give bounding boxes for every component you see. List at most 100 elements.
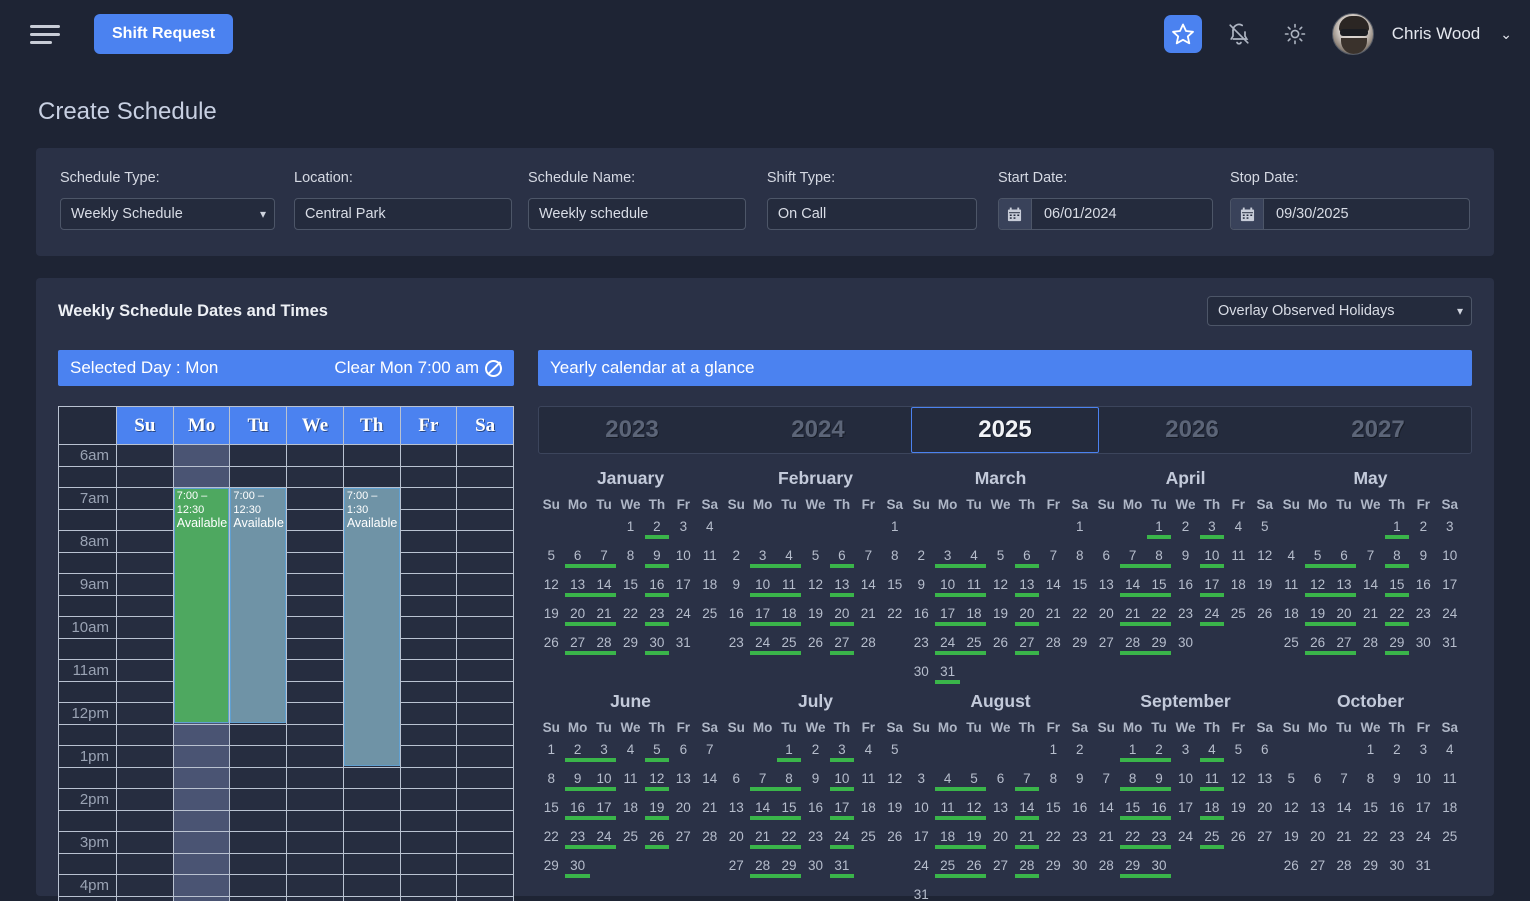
calendar-day[interactable]: 30 [564, 856, 590, 885]
calendar-day[interactable]: 3 [908, 769, 934, 798]
calendar-day[interactable]: 28 [1040, 633, 1066, 662]
calendar-day[interactable]: 5 [987, 546, 1013, 575]
calendar-day[interactable]: 11 [617, 769, 643, 798]
grid-cell[interactable] [400, 509, 457, 531]
grid-cell[interactable] [117, 875, 174, 897]
grid-cell[interactable] [457, 896, 514, 901]
calendar-day[interactable]: 20 [670, 798, 696, 827]
calendar-day[interactable]: 22 [1067, 604, 1093, 633]
calendar-day[interactable]: 15 [538, 798, 564, 827]
grid-cell[interactable] [343, 445, 400, 467]
calendar-icon[interactable] [1231, 199, 1264, 229]
calendar-day[interactable]: 14 [1357, 575, 1383, 604]
calendar-day[interactable]: 15 [1384, 575, 1410, 604]
calendar-day[interactable]: 11 [1225, 546, 1251, 575]
grid-cell[interactable] [230, 810, 287, 832]
year-tab-2027[interactable]: 2027 [1285, 407, 1471, 453]
calendar-day[interactable]: 20 [1304, 827, 1330, 856]
calendar-day[interactable]: 13 [564, 575, 590, 604]
calendar-day[interactable]: 2 [1384, 740, 1410, 769]
calendar-day[interactable]: 15 [617, 575, 643, 604]
avatar[interactable] [1332, 13, 1374, 55]
grid-cell[interactable] [400, 832, 457, 854]
calendar-day[interactable]: 21 [1357, 604, 1383, 633]
calendar-day[interactable]: 9 [564, 769, 590, 798]
calendar-day[interactable]: 17 [670, 575, 696, 604]
calendar-day[interactable]: 29 [1067, 633, 1093, 662]
calendar-day[interactable]: 22 [1146, 604, 1172, 633]
calendar-day[interactable]: 28 [1014, 856, 1040, 885]
calendar-day[interactable]: 13 [987, 798, 1013, 827]
calendar-day[interactable]: 21 [1119, 604, 1145, 633]
calendar-day[interactable]: 22 [1384, 604, 1410, 633]
grid-cell[interactable] [173, 810, 230, 832]
grid-cell[interactable] [287, 789, 344, 811]
calendar-day[interactable]: 25 [1437, 827, 1463, 856]
calendar-day[interactable]: 11 [697, 546, 723, 575]
calendar-day[interactable]: 5 [1304, 546, 1330, 575]
calendar-day[interactable]: 2 [802, 740, 828, 769]
grid-cell[interactable] [173, 789, 230, 811]
calendar-day[interactable]: 20 [723, 827, 749, 856]
calendar-day[interactable]: 14 [1014, 798, 1040, 827]
calendar-day[interactable]: 28 [1357, 633, 1383, 662]
calendar-day[interactable]: 21 [749, 827, 775, 856]
grid-cell[interactable] [457, 853, 514, 875]
grid-cell[interactable] [173, 832, 230, 854]
calendar-day[interactable]: 14 [697, 769, 723, 798]
grid-cell[interactable] [457, 746, 514, 768]
calendar-day[interactable]: 18 [776, 604, 802, 633]
calendar-day[interactable]: 20 [1014, 604, 1040, 633]
grid-cell[interactable] [400, 810, 457, 832]
calendar-day[interactable]: 29 [1040, 856, 1066, 885]
calendar-day[interactable]: 16 [1146, 798, 1172, 827]
grid-cell[interactable] [230, 767, 287, 789]
grid-cell[interactable] [400, 531, 457, 553]
calendar-day[interactable]: 4 [855, 740, 881, 769]
calendar-day[interactable]: 23 [1067, 827, 1093, 856]
day-header-mo[interactable]: Mo [173, 407, 230, 445]
calendar-day[interactable]: 19 [882, 798, 908, 827]
calendar-day[interactable]: 11 [934, 798, 960, 827]
grid-cell[interactable] [400, 875, 457, 897]
calendar-day[interactable]: 26 [644, 827, 670, 856]
calendar-day[interactable]: 7 [1119, 546, 1145, 575]
grid-cell[interactable] [117, 617, 174, 639]
calendar-day[interactable]: 22 [1357, 827, 1383, 856]
calendar-day[interactable]: 26 [1278, 856, 1304, 885]
calendar-day[interactable]: 5 [882, 740, 908, 769]
calendar-day[interactable]: 25 [617, 827, 643, 856]
calendar-day[interactable]: 15 [882, 575, 908, 604]
calendar-day[interactable]: 3 [670, 517, 696, 546]
calendar-day[interactable]: 16 [908, 604, 934, 633]
calendar-day[interactable]: 17 [1172, 798, 1198, 827]
calendar-day[interactable]: 15 [1067, 575, 1093, 604]
calendar-day[interactable]: 9 [1384, 769, 1410, 798]
calendar-day[interactable]: 20 [1331, 604, 1357, 633]
calendar-day[interactable]: 7 [591, 546, 617, 575]
grid-cell[interactable] [117, 789, 174, 811]
grid-cell[interactable] [400, 896, 457, 901]
calendar-day[interactable]: 18 [697, 575, 723, 604]
calendar-day[interactable]: 26 [802, 633, 828, 662]
calendar-day[interactable]: 30 [802, 856, 828, 885]
calendar-day[interactable]: 14 [855, 575, 881, 604]
calendar-day[interactable]: 27 [1331, 633, 1357, 662]
grid-cell[interactable] [173, 445, 230, 467]
calendar-day[interactable]: 9 [908, 575, 934, 604]
calendar-day[interactable]: 10 [934, 575, 960, 604]
grid-cell[interactable] [230, 875, 287, 897]
calendar-day[interactable]: 5 [644, 740, 670, 769]
calendar-day[interactable]: 2 [564, 740, 590, 769]
calendar-day[interactable]: 6 [564, 546, 590, 575]
grid-cell[interactable] [457, 703, 514, 725]
calendar-day[interactable]: 23 [802, 827, 828, 856]
day-header-we[interactable]: We [287, 407, 344, 445]
calendar-day[interactable]: 2 [644, 517, 670, 546]
calendar-day[interactable]: 29 [1384, 633, 1410, 662]
calendar-day[interactable]: 20 [1252, 798, 1278, 827]
no-entry-icon[interactable] [485, 360, 502, 377]
grid-cell[interactable] [400, 552, 457, 574]
calendar-day[interactable]: 12 [1278, 798, 1304, 827]
grid-cell[interactable]: 7:00 – 12:30Available [173, 488, 230, 510]
